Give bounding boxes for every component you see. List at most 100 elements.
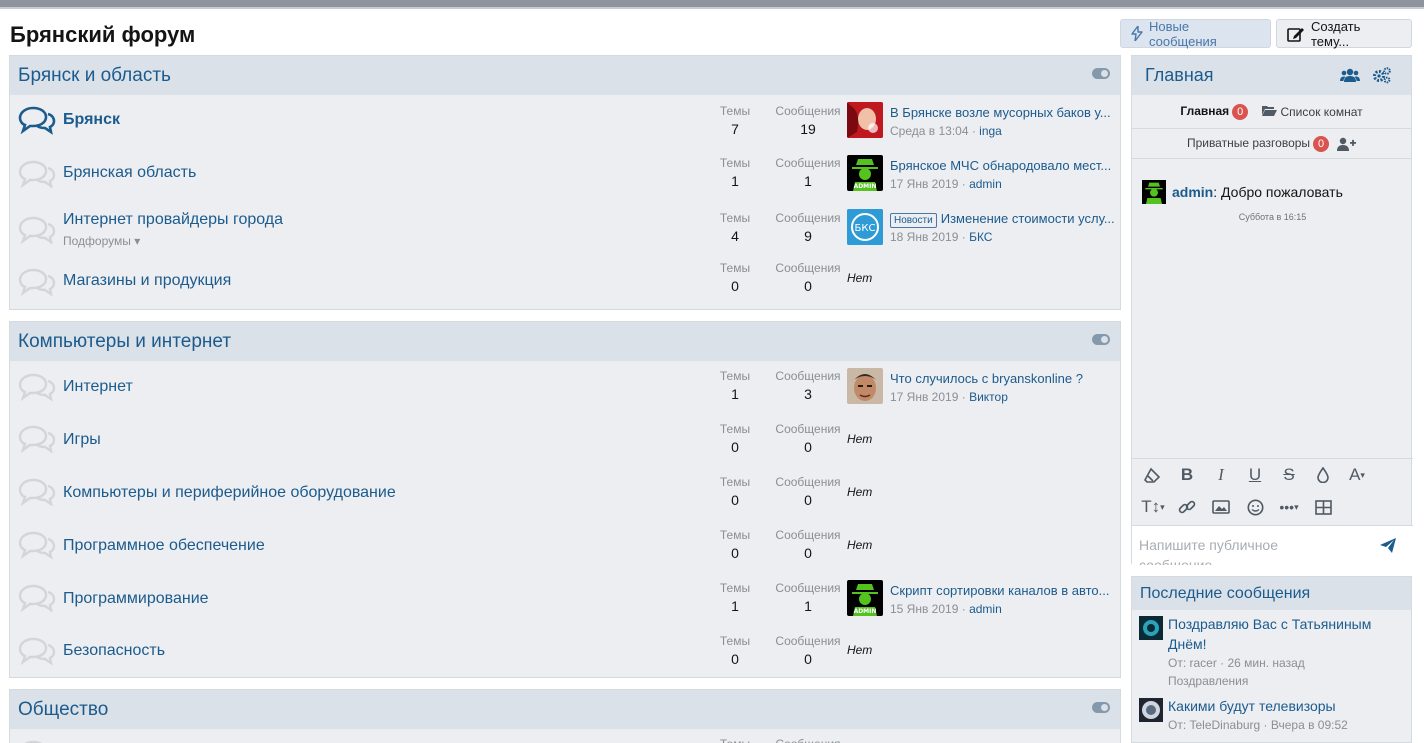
- chat-header: Главная: [1132, 56, 1411, 95]
- messages-label: Сообщения: [770, 737, 846, 743]
- node-title[interactable]: Программное обеспечение: [63, 537, 265, 555]
- user-avatar[interactable]: [1139, 698, 1163, 722]
- last-post-user[interactable]: Виктор: [969, 390, 1008, 404]
- messages-label: Сообщения: [775, 104, 841, 118]
- threads-stat: Темы 4: [705, 211, 765, 244]
- clear-formatting-icon[interactable]: [1136, 461, 1170, 489]
- node-title[interactable]: Интернет провайдеры города: [63, 211, 283, 229]
- user-avatar[interactable]: [1139, 616, 1163, 640]
- chat-tabs: Главная 0 Список комнат: [1132, 95, 1411, 129]
- threads-count: 0: [731, 545, 739, 561]
- chat-message-input[interactable]: Напишите публичное сообщение: [1132, 525, 1413, 565]
- category-title[interactable]: Общество: [18, 699, 108, 721]
- threads-label: Темы: [719, 261, 751, 275]
- last-post-title[interactable]: Скрипт сортировки каналов в авто...: [890, 583, 1116, 598]
- admin-avatar[interactable]: [1142, 180, 1166, 204]
- last-post-user[interactable]: admin: [969, 177, 1002, 191]
- bks-avatar[interactable]: БКС: [847, 209, 883, 245]
- category-title[interactable]: Брянск и область: [18, 65, 171, 87]
- collapse-toggle-icon[interactable]: [1092, 68, 1110, 79]
- create-thread-button[interactable]: Создать тему...: [1276, 19, 1412, 49]
- underline-icon[interactable]: U: [1238, 461, 1272, 489]
- node-title[interactable]: Брянск: [63, 111, 120, 129]
- category-header[interactable]: Компьютеры и интернет: [10, 322, 1120, 361]
- last-post-title[interactable]: Брянское МЧС обнародовало мест...: [890, 158, 1116, 173]
- italic-icon[interactable]: I: [1204, 461, 1238, 489]
- node-title[interactable]: Безопасность: [63, 642, 165, 660]
- tab-rooms[interactable]: Список комнат: [1262, 105, 1363, 119]
- tab-private[interactable]: Приватные разговоры 0: [1187, 135, 1330, 152]
- threads-stat: Темы 0: [705, 634, 765, 667]
- link-icon[interactable]: [1170, 493, 1204, 521]
- admin-avatar[interactable]: ADMIN: [847, 580, 883, 616]
- post-forum[interactable]: Поздравления: [1168, 674, 1248, 688]
- admin-avatar[interactable]: ADMIN: [847, 155, 883, 191]
- last-post-user[interactable]: admin: [969, 602, 1002, 616]
- chat-input-placeholder: Напишите публичное сообщение: [1139, 537, 1278, 565]
- text-height-icon[interactable]: T↕ ▾: [1136, 493, 1170, 521]
- last-post-date[interactable]: 15 Янв 2019: [890, 602, 958, 616]
- category-header[interactable]: Общество: [10, 690, 1120, 729]
- latest-posts-title[interactable]: Последние сообщения: [1132, 577, 1411, 610]
- collapse-toggle-icon[interactable]: [1092, 334, 1110, 345]
- last-post-date[interactable]: Среда в 13:04: [890, 124, 969, 138]
- node-title[interactable]: Брянская область: [63, 164, 196, 182]
- category-header[interactable]: Брянск и область: [10, 56, 1120, 95]
- chat-message-user[interactable]: admin: [1172, 184, 1213, 200]
- last-post-user[interactable]: БКС: [969, 230, 992, 244]
- last-post-meta: 17 Янв 2019 · admin: [890, 177, 1002, 191]
- add-user-icon[interactable]: [1337, 137, 1357, 151]
- users-icon[interactable]: [1340, 68, 1360, 83]
- last-post-meta: 17 Янв 2019 · Виктор: [890, 390, 1008, 404]
- messages-stat: Сообщения 1: [770, 581, 846, 614]
- table-icon[interactable]: [1306, 493, 1340, 521]
- messages-label: Сообщения: [775, 422, 841, 436]
- send-icon[interactable]: [1380, 538, 1396, 553]
- new-posts-button[interactable]: Новые сообщения: [1120, 19, 1271, 49]
- prefix-badge[interactable]: Новости: [890, 213, 937, 228]
- node-title[interactable]: Магазины и продукция: [63, 272, 231, 290]
- last-post-date[interactable]: 17 Янв 2019: [890, 390, 958, 404]
- node-title[interactable]: Интернет: [63, 378, 133, 396]
- settings-gears-icon[interactable]: [1372, 67, 1392, 84]
- edit-icon: [1287, 27, 1304, 42]
- messages-label: Сообщения: [775, 156, 841, 170]
- latest-posts-widget: Последние сообщения Поздравляю Вас с Тат…: [1131, 576, 1412, 743]
- tab-main[interactable]: Главная 0: [1180, 103, 1249, 120]
- strikethrough-icon[interactable]: S: [1272, 461, 1306, 489]
- no-last-post: Нет: [847, 643, 873, 657]
- threads-stat: Темы 7: [705, 104, 765, 137]
- last-post-title[interactable]: В Брянске возле мусорных баков у...: [890, 105, 1116, 120]
- chat-title[interactable]: Главная: [1145, 65, 1214, 86]
- folder-open-icon: [1262, 105, 1278, 116]
- category-society: Общество Темы Сообщения: [9, 689, 1121, 743]
- more-options-icon[interactable]: ••• ▾: [1272, 493, 1306, 521]
- color-drop-icon[interactable]: [1306, 461, 1340, 489]
- category-title[interactable]: Компьютеры и интернет: [18, 331, 231, 353]
- subforums-toggle[interactable]: Подфорумы ▾: [63, 234, 140, 248]
- node-title[interactable]: Компьютеры и периферийное оборудование: [63, 484, 396, 502]
- admin-badge-text: ADMIN: [854, 183, 877, 190]
- collapse-toggle-icon[interactable]: [1092, 702, 1110, 713]
- messages-label: Сообщения: [775, 528, 841, 542]
- last-post-title[interactable]: Что случилось с bryanskonline ?: [890, 371, 1116, 386]
- bold-icon[interactable]: B: [1170, 461, 1204, 489]
- post-title[interactable]: Какими будут телевизоры: [1168, 696, 1408, 716]
- image-icon[interactable]: [1204, 493, 1238, 521]
- red-avatar[interactable]: [847, 102, 883, 138]
- node-title[interactable]: Игры: [63, 431, 101, 449]
- threads-count: 0: [731, 492, 739, 508]
- post-title[interactable]: Поздравляю Вас с Татьяниным Днём!: [1168, 614, 1408, 654]
- threads-stat: Темы 0: [705, 422, 765, 455]
- last-post-date[interactable]: 17 Янв 2019: [890, 177, 958, 191]
- last-post-date[interactable]: 18 Янв 2019: [890, 230, 958, 244]
- node-title[interactable]: Программирование: [63, 590, 209, 608]
- face-avatar[interactable]: [847, 368, 883, 404]
- last-post-user[interactable]: inga: [979, 124, 1002, 138]
- messages-stat: Сообщения 0: [770, 528, 846, 561]
- chat-bubbles-icon: [18, 160, 56, 189]
- smiley-icon[interactable]: [1238, 493, 1272, 521]
- messages-stat: Сообщения 0: [770, 422, 846, 455]
- last-post-title[interactable]: Изменение стоимости услу...: [941, 211, 1115, 226]
- font-size-icon[interactable]: A ▾: [1340, 461, 1374, 489]
